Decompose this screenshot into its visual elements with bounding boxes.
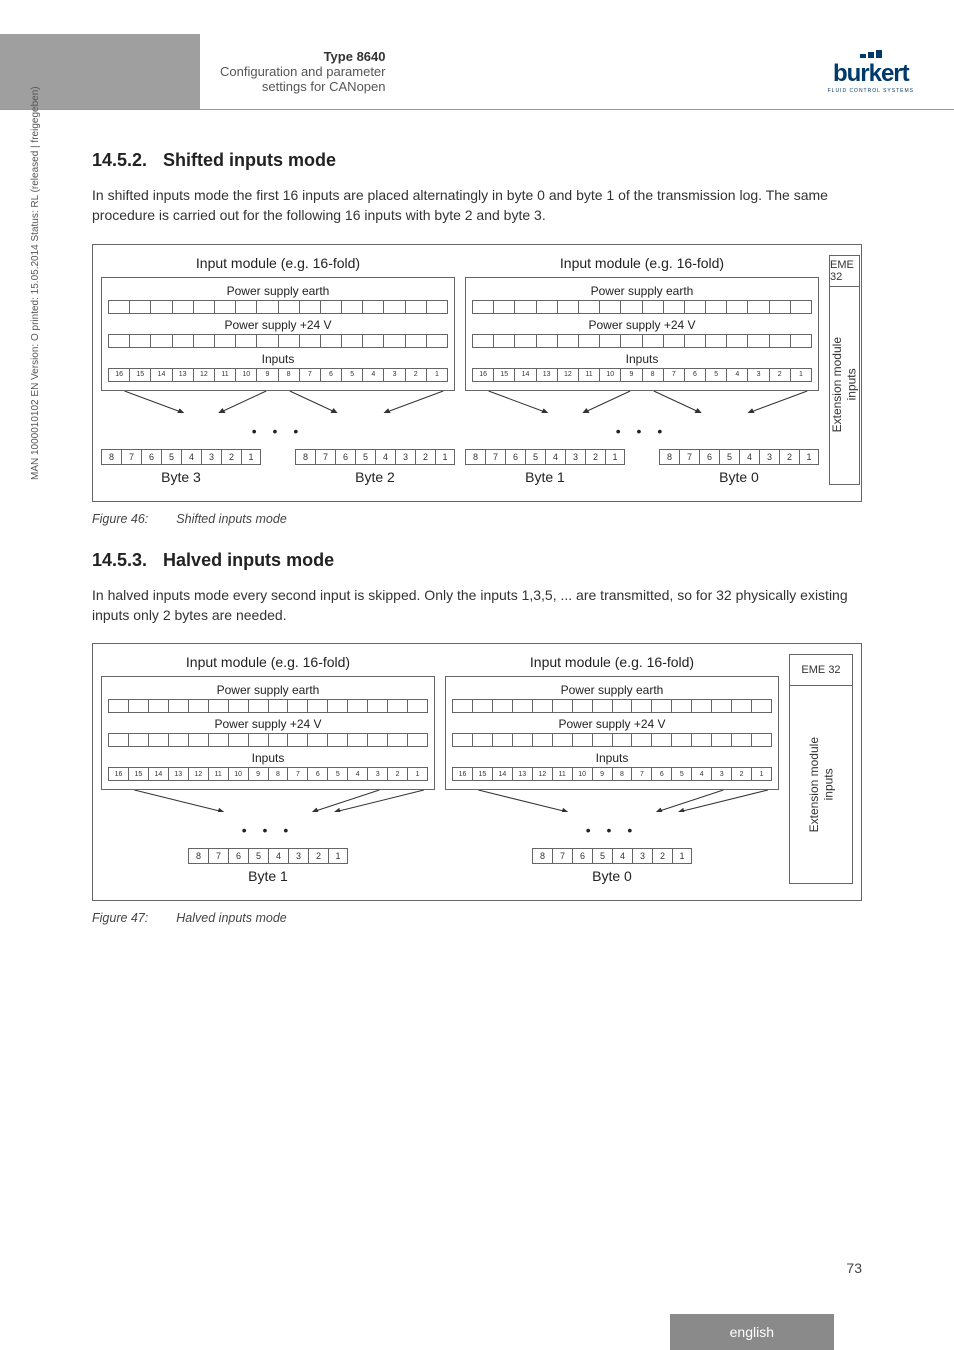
byte0-label: Byte 0	[592, 868, 632, 884]
figure-46-diagram: Input module (e.g. 16-fold) Power supply…	[92, 244, 862, 502]
figure-47-caption: Figure 47: Halved inputs mode	[92, 911, 862, 925]
arrow-lines	[445, 790, 779, 812]
spine-text: MAN 1000010102 EN Version: O printed: 15…	[30, 86, 41, 480]
earth-label: Power supply earth	[217, 683, 320, 697]
inputs-label: Inputs	[596, 751, 629, 765]
module-right-fig46: Input module (e.g. 16-fold) Power supply…	[465, 255, 819, 485]
v24-label: Power supply +24 V	[588, 318, 695, 332]
logo-subtext: FLUID CONTROL SYSTEMS	[828, 88, 914, 94]
language-tab: english	[670, 1314, 834, 1350]
page-number: 73	[846, 1260, 862, 1276]
earth-pins	[472, 300, 812, 314]
header-titles: Type 8640 Configuration and parameter se…	[220, 49, 386, 94]
byte1-pins: 87654321	[465, 449, 625, 465]
side-panel-fig46: EME 32 Extension module inputs	[829, 255, 860, 485]
byte3-label: Byte 3	[161, 469, 201, 485]
section-2-title: Halved inputs mode	[163, 550, 334, 571]
side-eme32: EME 32	[789, 654, 853, 686]
module-right-fig47: Input module (e.g. 16-fold) Power supply…	[445, 654, 779, 884]
figure-47-diagram: Input module (e.g. 16-fold) Power supply…	[92, 643, 862, 901]
byte1-pins: 87654321	[188, 848, 348, 864]
module-title: Input module (e.g. 16-fold)	[186, 654, 350, 670]
earth-label: Power supply earth	[591, 284, 694, 298]
arrow-lines	[101, 790, 435, 812]
byte2-label: Byte 2	[355, 469, 395, 485]
v24-label: Power supply +24 V	[224, 318, 331, 332]
side-eme32: EME 32	[829, 255, 860, 287]
arrow-lines	[465, 391, 819, 413]
earth-pins	[452, 699, 772, 713]
v24-label: Power supply +24 V	[558, 717, 665, 731]
side-panel-fig47: EME 32 Extension module inputs	[789, 654, 853, 884]
v24-pins	[108, 733, 428, 747]
module-title: Input module (e.g. 16-fold)	[530, 654, 694, 670]
inputs-pins: 16151413121110987654321	[108, 767, 428, 781]
ellipsis: • • •	[252, 423, 304, 439]
doc-subtitle-1: Configuration and parameter	[220, 64, 386, 79]
logo-bars-icon	[860, 50, 882, 58]
module-left-fig46: Input module (e.g. 16-fold) Power supply…	[101, 255, 455, 485]
inputs-label: Inputs	[626, 352, 659, 366]
module-title: Input module (e.g. 16-fold)	[560, 255, 724, 271]
module-title: Input module (e.g. 16-fold)	[196, 255, 360, 271]
inputs-pins: 16151413121110987654321	[108, 368, 448, 382]
section-2-heading: 14.5.3. Halved inputs mode	[92, 550, 862, 571]
byte2-pins: 87654321	[295, 449, 455, 465]
figure-46-caption: Figure 46: Shifted inputs mode	[92, 512, 862, 526]
inputs-label: Inputs	[262, 352, 295, 366]
brand-logo: burkert FLUID CONTROL SYSTEMS	[828, 50, 914, 94]
page-header: Type 8640 Configuration and parameter se…	[0, 34, 954, 110]
earth-label: Power supply earth	[227, 284, 330, 298]
side-extension-label: Extension module inputs	[830, 337, 859, 432]
doc-type: Type 8640	[220, 49, 386, 64]
ellipsis: • • •	[616, 423, 668, 439]
earth-label: Power supply earth	[561, 683, 664, 697]
section-1-title: Shifted inputs mode	[163, 150, 336, 171]
byte3-pins: 87654321	[101, 449, 261, 465]
inputs-pins: 16151413121110987654321	[452, 767, 772, 781]
doc-subtitle-2: settings for CANopen	[220, 79, 386, 94]
module-left-fig47: Input module (e.g. 16-fold) Power supply…	[101, 654, 435, 884]
byte0-label: Byte 0	[719, 469, 759, 485]
v24-pins	[452, 733, 772, 747]
section-1-heading: 14.5.2. Shifted inputs mode	[92, 150, 862, 171]
byte0-pins: 87654321	[659, 449, 819, 465]
byte0-pins: 87654321	[532, 848, 692, 864]
section-1-number: 14.5.2.	[92, 150, 147, 171]
side-extension-label: Extension module inputs	[807, 737, 836, 832]
section-2-number: 14.5.3.	[92, 550, 147, 571]
inputs-label: Inputs	[252, 751, 285, 765]
section-1-paragraph: In shifted inputs mode the first 16 inpu…	[92, 185, 862, 226]
earth-pins	[108, 699, 428, 713]
ellipsis: • • •	[242, 822, 294, 838]
v24-pins	[472, 334, 812, 348]
byte1-label: Byte 1	[525, 469, 565, 485]
v24-pins	[108, 334, 448, 348]
v24-label: Power supply +24 V	[214, 717, 321, 731]
logo-text: burkert	[833, 60, 909, 88]
ellipsis: • • •	[586, 822, 638, 838]
byte1-label: Byte 1	[248, 868, 288, 884]
earth-pins	[108, 300, 448, 314]
inputs-pins: 16151413121110987654321	[472, 368, 812, 382]
section-2-paragraph: In halved inputs mode every second input…	[92, 585, 862, 626]
arrow-lines	[101, 391, 455, 413]
